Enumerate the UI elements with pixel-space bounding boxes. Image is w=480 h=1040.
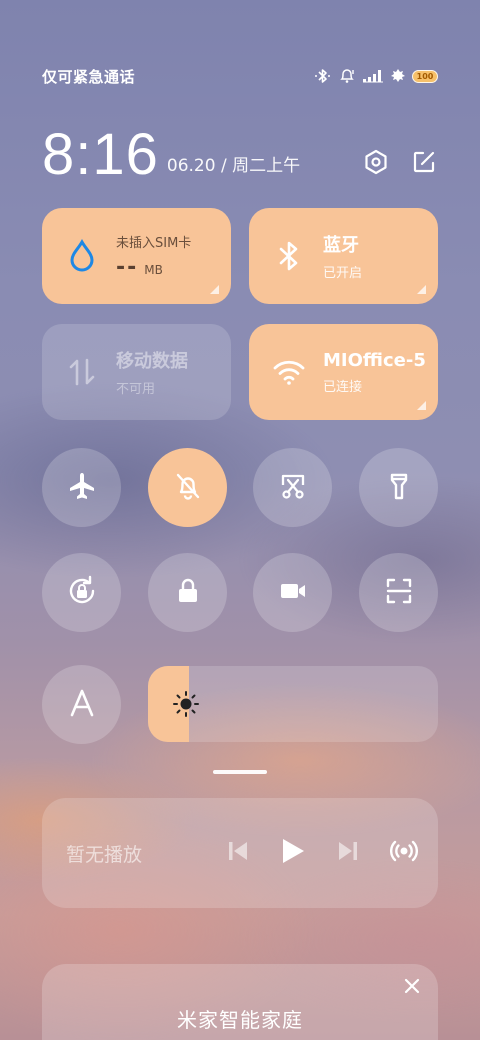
mobile-data-status: 不可用 <box>116 382 156 397</box>
bluetooth-icon <box>271 239 307 273</box>
play-button[interactable] <box>280 837 306 869</box>
media-status: 暂无播放 <box>66 843 143 866</box>
close-icon <box>402 978 422 1000</box>
silent-mode-toggle[interactable] <box>148 448 227 527</box>
wifi-tile[interactable]: MIOffice-5 已连接 <box>249 324 438 420</box>
scanner-toggle[interactable] <box>359 553 438 632</box>
expand-corner-icon <box>417 285 426 294</box>
data-usage-value: -- <box>116 255 139 280</box>
auto-rotate-toggle[interactable] <box>42 553 121 632</box>
expand-corner-icon <box>210 285 219 294</box>
airplane-icon <box>66 470 98 506</box>
water-drop-icon <box>64 239 100 273</box>
sim-status-label: 未插入SIM卡 <box>116 236 192 251</box>
header-actions <box>362 149 438 179</box>
mobile-data-title: 移动数据 <box>116 351 188 372</box>
data-usage-tile[interactable]: 未插入SIM卡 -- MB <box>42 208 231 304</box>
flashlight-icon <box>383 470 415 506</box>
bluetooth-status: 已开启 <box>323 266 363 281</box>
settings-button[interactable] <box>362 149 390 179</box>
sun-icon <box>172 690 200 722</box>
lock-screen-toggle[interactable] <box>148 553 227 632</box>
next-button[interactable] <box>336 839 360 867</box>
edit-button[interactable] <box>410 150 438 178</box>
mobile-data-tile[interactable]: 移动数据 不可用 <box>42 324 231 420</box>
expand-corner-icon <box>417 401 426 410</box>
header: 8:16 06.20 / 周二上午 <box>42 122 438 184</box>
flashlight-toggle[interactable] <box>359 448 438 527</box>
status-bar: 仅可紧急通话 100 <box>42 62 438 90</box>
edit-icon <box>412 150 436 178</box>
next-icon <box>336 839 360 867</box>
auto-brightness-toggle[interactable] <box>42 665 121 744</box>
data-usage-unit: MB <box>144 263 163 277</box>
smart-home-title: 米家智能家庭 <box>177 1008 303 1032</box>
battery-indicator: 100 <box>412 69 438 83</box>
bluetooth-status-icon <box>314 68 332 84</box>
rotate-lock-icon <box>65 574 99 612</box>
data-arrows-icon <box>64 356 100 388</box>
scan-icon <box>383 575 415 611</box>
drag-handle[interactable] <box>213 770 267 774</box>
audio-output-button[interactable] <box>390 837 418 869</box>
video-icon <box>277 575 309 611</box>
airplane-mode-toggle[interactable] <box>42 448 121 527</box>
date-label: 06.20 / 周二上午 <box>166 156 301 176</box>
settings-icon <box>363 149 389 179</box>
lock-icon <box>173 576 203 610</box>
alarm-status-icon <box>338 68 356 84</box>
previous-icon <box>226 839 250 867</box>
smart-home-card[interactable]: 米家智能家庭 <box>42 964 438 1040</box>
close-button[interactable] <box>402 976 422 996</box>
status-icons: 100 <box>314 68 438 84</box>
play-icon <box>280 837 306 869</box>
clock: 8:16 <box>42 122 159 187</box>
wifi-network-name: MIOffice-5 <box>323 349 426 371</box>
screen-record-toggle[interactable] <box>253 553 332 632</box>
previous-button[interactable] <box>226 839 250 867</box>
wifi-icon <box>271 358 307 386</box>
signal-icon <box>362 69 384 83</box>
screenshot-toggle[interactable] <box>253 448 332 527</box>
cast-audio-icon <box>390 837 418 869</box>
media-player: 暂无播放 <box>42 798 438 908</box>
wifi-status: 已连接 <box>323 379 363 395</box>
media-controls <box>226 837 418 869</box>
leaf-icon <box>390 68 406 84</box>
letter-a-icon <box>67 688 97 722</box>
carrier-status: 仅可紧急通话 <box>42 67 136 86</box>
bluetooth-title: 蓝牙 <box>323 235 359 256</box>
brightness-slider[interactable] <box>148 666 438 742</box>
bell-off-icon <box>172 470 204 506</box>
bluetooth-tile[interactable]: 蓝牙 已开启 <box>249 208 438 304</box>
scissors-icon <box>277 470 309 506</box>
